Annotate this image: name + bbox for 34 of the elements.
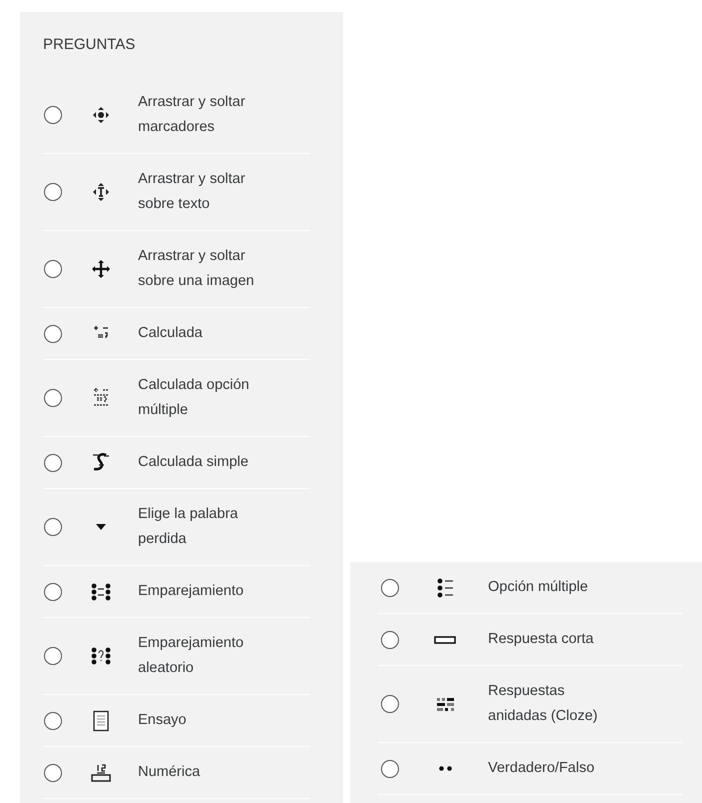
radio-button[interactable] [44, 518, 62, 536]
radio-button[interactable] [44, 389, 62, 407]
radio-button[interactable] [381, 695, 399, 713]
question-type-label: Verdadero/Falso [488, 759, 596, 778]
question-type-label: Calculada opción múltiple [138, 376, 250, 420]
radio-button[interactable] [381, 578, 399, 596]
radio-button[interactable] [381, 630, 399, 648]
two-dots-icon [438, 766, 452, 771]
section-title: PREGUNTAS [43, 35, 136, 53]
question-type-label: Respuestas anidadas (Cloze) [488, 682, 599, 726]
question-type-label: Elige la palabra perdida [138, 505, 239, 549]
question-type-label: Arrastrar y soltar marcadores [138, 93, 246, 137]
question-type-label: Ensayo [138, 711, 188, 730]
radio-button[interactable] [44, 183, 62, 201]
question-type-label: Emparejamiento aleatorio [138, 634, 245, 678]
question-type-label: Calculada [138, 324, 204, 343]
radio-button[interactable] [381, 760, 399, 778]
radio-button[interactable] [44, 647, 62, 665]
text-box-icon [434, 636, 456, 644]
radio-button[interactable] [44, 106, 62, 124]
question-type-label: Arrastrar y soltar sobre una imagen [138, 247, 256, 291]
question-type-label: Opción múltiple [488, 578, 589, 597]
radio-button[interactable] [44, 582, 62, 600]
question-type-label: Calculada simple [138, 453, 250, 472]
question-type-label: Numérica [138, 763, 202, 782]
question-type-label: Respuesta corta [488, 630, 595, 649]
radio-button[interactable] [44, 764, 62, 782]
radio-button[interactable] [44, 324, 62, 342]
question-type-label: Arrastrar y soltar sobre texto [138, 170, 246, 214]
radio-button[interactable] [44, 454, 62, 472]
radio-button[interactable] [44, 260, 62, 278]
caret-down-icon [96, 524, 106, 530]
radio-button[interactable] [44, 712, 62, 730]
question-type-label: Emparejamiento [138, 582, 245, 601]
